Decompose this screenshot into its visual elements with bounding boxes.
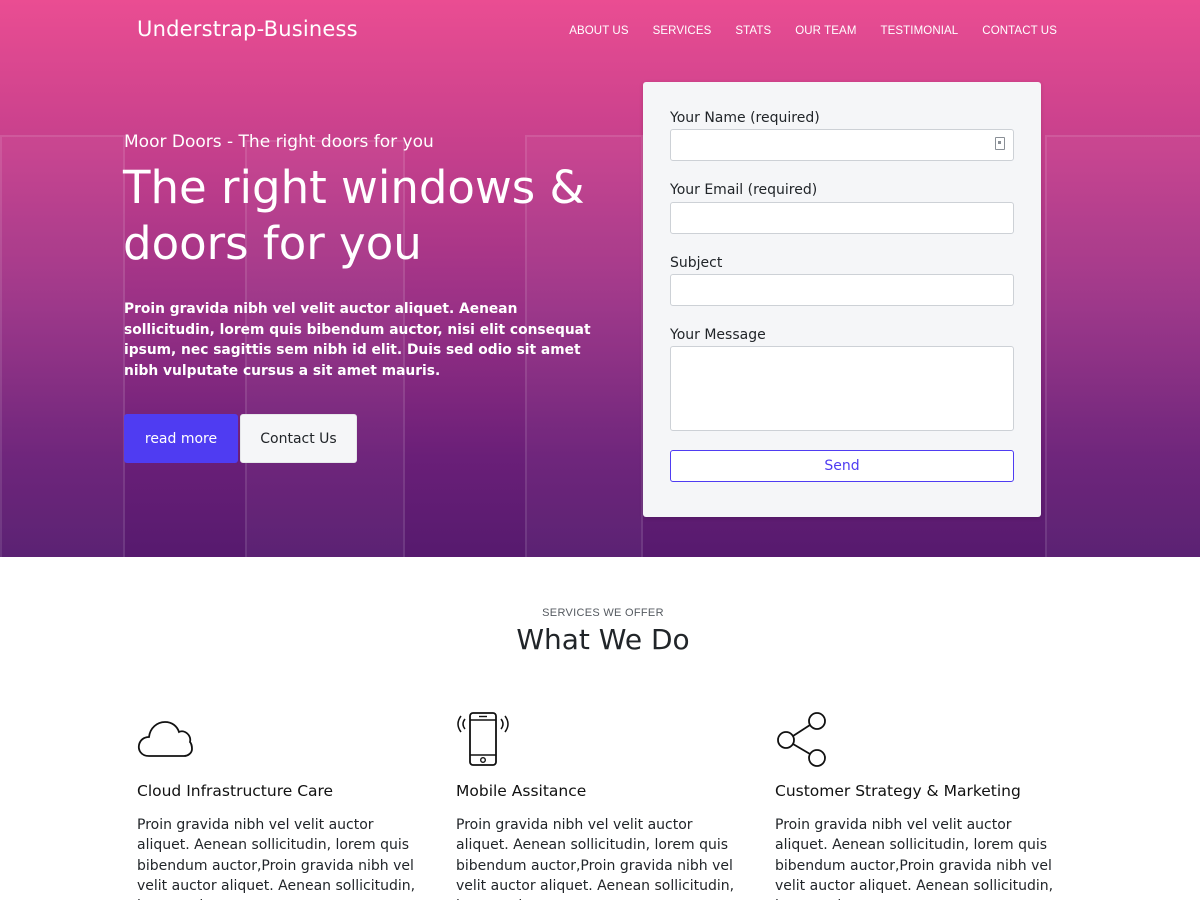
service-title-strategy: Customer Strategy & Marketing [775, 782, 1021, 800]
nav-item-our-team[interactable]: OUR TEAM [795, 25, 856, 37]
main-nav: ABOUT US SERVICES STATS OUR TEAM TESTIMO… [545, 25, 1057, 37]
hero-title: The right windows & doors for you [123, 161, 585, 270]
hero-subtitle: Moor Doors - The right doors for you [124, 132, 434, 152]
name-field[interactable] [670, 129, 1014, 161]
service-text-mobile: Proin gravida nibh vel velit auctor aliq… [456, 817, 735, 900]
services-kicker: SERVICES WE OFFER [542, 607, 664, 619]
nav-item-about-us[interactable]: ABOUT US [569, 25, 628, 37]
service-text-cloud: Proin gravida nibh vel velit auctor aliq… [137, 817, 416, 900]
read-more-button[interactable]: read more [124, 414, 238, 463]
name-label: Your Name (required) [670, 110, 820, 126]
nav-item-contact-us[interactable]: CONTACT US [982, 25, 1057, 37]
name-field-wrapper [670, 129, 1014, 161]
message-field[interactable] [670, 346, 1014, 431]
services-title: What We Do [516, 623, 690, 656]
hero-text: Proin gravida nibh vel velit auctor aliq… [124, 301, 591, 379]
email-field[interactable] [670, 202, 1014, 234]
contact-card-icon [995, 137, 1005, 150]
smartphone-icon [457, 712, 509, 766]
nav-item-services[interactable]: SERVICES [653, 25, 712, 37]
service-text-strategy: Proin gravida nibh vel velit auctor aliq… [775, 817, 1054, 900]
contact-form: Your Name (required) Your Email (require… [643, 82, 1041, 517]
nav-item-stats[interactable]: STATS [735, 25, 771, 37]
share-icon [777, 712, 826, 767]
service-title-mobile: Mobile Assitance [456, 782, 587, 800]
brand-logo[interactable]: Understrap-Business [137, 17, 358, 41]
contact-us-button[interactable]: Contact Us [240, 414, 357, 463]
subject-field[interactable] [670, 274, 1014, 306]
send-button[interactable]: Send [670, 450, 1014, 482]
message-label: Your Message [670, 327, 766, 343]
cloud-icon [137, 721, 193, 757]
subject-label: Subject [670, 255, 723, 271]
service-title-cloud: Cloud Infrastructure Care [137, 782, 334, 800]
nav-item-testimonial[interactable]: TESTIMONIAL [881, 25, 959, 37]
email-label: Your Email (required) [670, 182, 818, 198]
